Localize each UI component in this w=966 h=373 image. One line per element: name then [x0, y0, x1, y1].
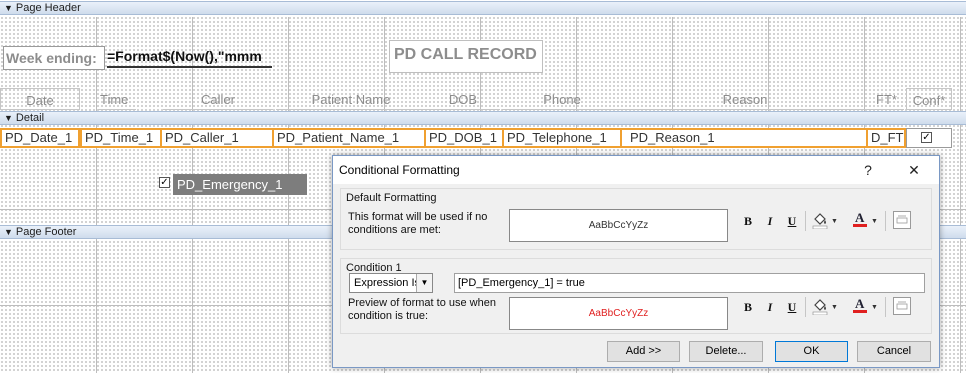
condition-1-group: Condition 1 Expression Is ▼ [PD_Emergenc…: [340, 258, 932, 334]
condition-type-select[interactable]: Expression Is ▼: [349, 273, 433, 293]
svg-text:A: A: [855, 210, 865, 225]
separator: [805, 211, 806, 231]
week-ending-expression[interactable]: =Format$(Now(),"mmm: [107, 46, 272, 68]
detail-section-bar[interactable]: ▼ Detail: [0, 111, 966, 125]
column-header-time[interactable]: Time: [98, 88, 136, 110]
field-pd-ft[interactable]: D_FT: [866, 128, 906, 148]
separator: [885, 297, 886, 317]
ok-button[interactable]: OK: [775, 341, 848, 362]
grid-line: [96, 17, 97, 373]
week-ending-label[interactable]: Week ending:: [3, 46, 105, 70]
field-pd-reason[interactable]: PD_Reason_1: [620, 128, 868, 148]
field-pd-time[interactable]: PD_Time_1: [80, 128, 162, 148]
font-color-dropdown-icon[interactable]: ▼: [871, 218, 878, 225]
close-button[interactable]: ✕: [899, 156, 929, 184]
emergency-checkbox[interactable]: ✓: [159, 177, 170, 188]
field-pd-dob[interactable]: PD_DOB_1: [424, 128, 504, 148]
default-format-description: This format will be used if no condition…: [348, 211, 488, 236]
column-header-ft[interactable]: FT*: [868, 88, 904, 110]
fill-dropdown-icon[interactable]: ▼: [831, 218, 838, 225]
grid-line: [960, 17, 961, 373]
collapse-arrow-icon: ▼: [4, 227, 13, 237]
fill-dropdown-icon[interactable]: ▼: [831, 304, 838, 311]
column-header-date[interactable]: Date: [0, 88, 80, 110]
italic-button[interactable]: I: [761, 298, 779, 316]
field-pd-patient-name[interactable]: PD_Patient_Name_1: [272, 128, 426, 148]
font-color-button[interactable]: A: [851, 296, 869, 314]
conditional-formatting-dialog: Conditional Formatting ? ✕ Default Forma…: [332, 155, 940, 368]
svg-text:A: A: [855, 296, 865, 311]
add-condition-button[interactable]: Add >>: [607, 341, 680, 362]
separator: [805, 297, 806, 317]
page-header-section-bar[interactable]: ▼ Page Header: [0, 1, 966, 15]
enable-toggle-button[interactable]: [893, 211, 911, 229]
bold-button[interactable]: B: [739, 298, 757, 316]
column-header-dob[interactable]: DOB: [426, 88, 500, 110]
field-pd-caller[interactable]: PD_Caller_1: [160, 128, 274, 148]
dialog-titlebar: Conditional Formatting ? ✕: [333, 156, 939, 184]
fill-color-button[interactable]: [811, 297, 829, 316]
cancel-button[interactable]: Cancel: [857, 341, 931, 362]
expression-input[interactable]: [PD_Emergency_1] = true: [454, 273, 925, 293]
conf-checkbox[interactable]: ✓: [921, 132, 932, 143]
delete-condition-button[interactable]: Delete...: [689, 341, 763, 362]
bold-button[interactable]: B: [739, 212, 757, 230]
default-format-preview: AaBbCcYyZz: [509, 209, 728, 242]
collapse-arrow-icon: ▼: [4, 113, 13, 123]
grid-line: [288, 17, 289, 373]
column-header-reason[interactable]: Reason: [622, 88, 868, 110]
field-pd-telephone[interactable]: PD_Telephone_1: [502, 128, 622, 148]
group-title: Default Formatting: [346, 192, 437, 204]
enable-toggle-button[interactable]: [893, 297, 911, 315]
condition-type-value: Expression Is: [354, 277, 421, 289]
underline-button[interactable]: U: [783, 212, 801, 230]
chevron-down-icon[interactable]: ▼: [416, 274, 432, 292]
section-label: Detail: [15, 112, 45, 124]
grid-line: [192, 17, 193, 373]
section-label: Page Header: [15, 2, 81, 14]
paint-bucket-icon: [812, 299, 828, 316]
condition-format-preview: AaBbCcYyZz: [509, 297, 728, 330]
report-title[interactable]: PD CALL RECORD: [389, 40, 543, 73]
column-header-conf[interactable]: Conf*: [906, 88, 952, 110]
fill-color-button[interactable]: [811, 211, 829, 230]
conf-checkbox-frame: ✓: [906, 128, 952, 148]
section-label: Page Footer: [15, 226, 77, 238]
font-color-button[interactable]: A: [851, 210, 869, 228]
field-pd-date[interactable]: PD_Date_1: [0, 128, 80, 148]
column-header-caller[interactable]: Caller: [163, 88, 273, 110]
paint-bucket-icon: [812, 213, 828, 230]
condition-format-description: Preview of format to use when condition …: [348, 297, 496, 322]
underline-button[interactable]: U: [783, 298, 801, 316]
italic-button[interactable]: I: [761, 212, 779, 230]
emergency-label[interactable]: PD_Emergency_1: [173, 174, 307, 195]
preview-sample: AaBbCcYyZz: [588, 220, 649, 231]
collapse-arrow-icon: ▼: [4, 3, 13, 13]
preview-sample: AaBbCcYyZz: [588, 308, 649, 319]
separator: [885, 211, 886, 231]
column-header-phone[interactable]: Phone: [502, 88, 622, 110]
font-color-dropdown-icon[interactable]: ▼: [871, 304, 878, 311]
enable-control-icon: [896, 301, 908, 310]
help-button[interactable]: ?: [853, 156, 883, 184]
font-color-icon: A: [853, 296, 867, 313]
enable-control-icon: [896, 215, 908, 224]
font-color-icon: A: [853, 210, 867, 227]
default-formatting-group: Default Formatting This format will be u…: [340, 188, 932, 250]
column-header-patient-name[interactable]: Patient Name: [276, 88, 426, 110]
dialog-title: Conditional Formatting: [339, 163, 460, 177]
